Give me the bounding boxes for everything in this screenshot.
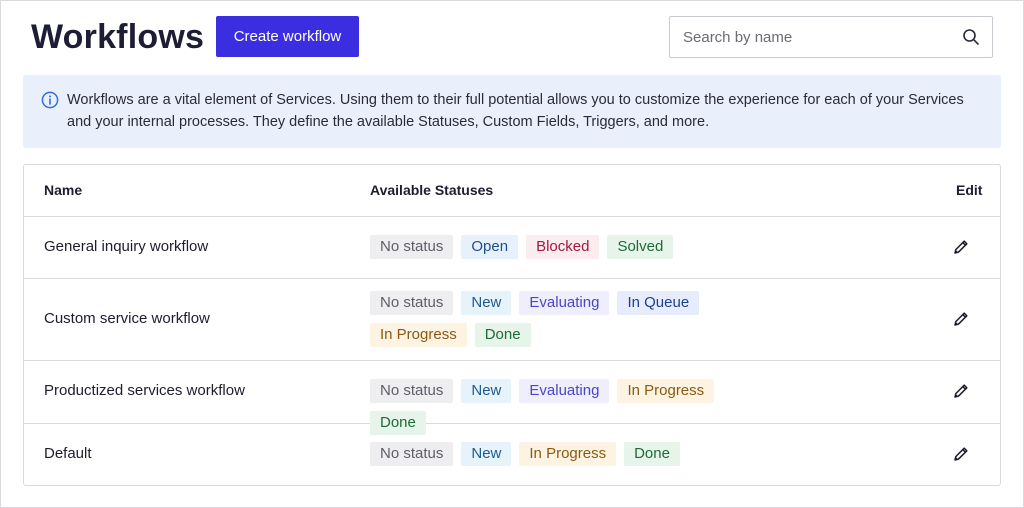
status-chip: Blocked xyxy=(526,235,600,259)
status-chips: No status Open Blocked Solved xyxy=(370,235,730,259)
status-chip: Open xyxy=(461,235,519,259)
status-chip: New xyxy=(461,379,512,403)
column-header-edit: Edit xyxy=(956,182,983,198)
status-chips: No status New In Progress Done xyxy=(370,442,730,466)
table-row: Custom service workflow No status New Eval… xyxy=(24,279,1000,361)
info-banner-text: Workflows are a vital element of Service… xyxy=(67,92,964,130)
info-banner: Workflows are a vital element of Service… xyxy=(23,75,1001,148)
search-box xyxy=(669,16,993,58)
pencil-icon xyxy=(954,384,968,398)
column-header-statuses: Available Statuses xyxy=(370,182,494,198)
workflows-table: Name Available Statuses Edit General inq… xyxy=(23,164,1001,486)
search-icon[interactable] xyxy=(962,28,980,46)
status-chips: No status New Evaluating In Queue In Progres… xyxy=(370,291,730,347)
info-icon xyxy=(41,91,59,109)
page-title: Workflows xyxy=(31,18,205,56)
table-row: Productized services workflow No status N… xyxy=(24,361,1000,435)
status-chip: New xyxy=(461,442,512,466)
status-chip: No status xyxy=(370,379,454,403)
search-input[interactable] xyxy=(670,17,962,57)
edit-button[interactable] xyxy=(949,307,973,331)
status-chip: Evaluating xyxy=(519,379,610,403)
status-chip: New xyxy=(461,291,512,315)
workflow-name: Custom service workflow xyxy=(44,310,210,327)
create-workflow-button[interactable]: Create workflow xyxy=(216,16,359,57)
pencil-icon xyxy=(954,312,968,326)
table-row: Default No status New In Progress Done xyxy=(24,424,1000,485)
edit-button[interactable] xyxy=(949,235,973,259)
workflow-name: General inquiry workflow xyxy=(44,238,209,255)
pencil-icon xyxy=(954,240,968,254)
status-chip: No status xyxy=(370,442,454,466)
status-chip: Evaluating xyxy=(519,291,610,315)
page-header: Workflows Create workflow xyxy=(31,16,993,58)
status-chip: Done xyxy=(624,442,680,466)
table-row: General inquiry workflow No status Open Bl… xyxy=(24,217,1000,279)
status-chip: No status xyxy=(370,235,454,259)
column-header-name: Name xyxy=(44,182,83,198)
table-header: Name Available Statuses Edit xyxy=(24,165,1000,217)
status-chip: In Progress xyxy=(519,442,617,466)
edit-button[interactable] xyxy=(949,442,973,466)
workflow-name: Default xyxy=(44,445,92,462)
pencil-icon xyxy=(954,447,968,461)
status-chip: No status xyxy=(370,291,454,315)
workflow-name: Productized services workflow xyxy=(44,382,245,399)
status-chip: In Queue xyxy=(617,291,700,315)
status-chip: Done xyxy=(474,323,531,347)
status-chip: In Progress xyxy=(370,323,467,347)
status-chip: Solved xyxy=(607,235,674,259)
status-chip: In Progress xyxy=(617,379,715,403)
edit-button[interactable] xyxy=(949,379,973,403)
